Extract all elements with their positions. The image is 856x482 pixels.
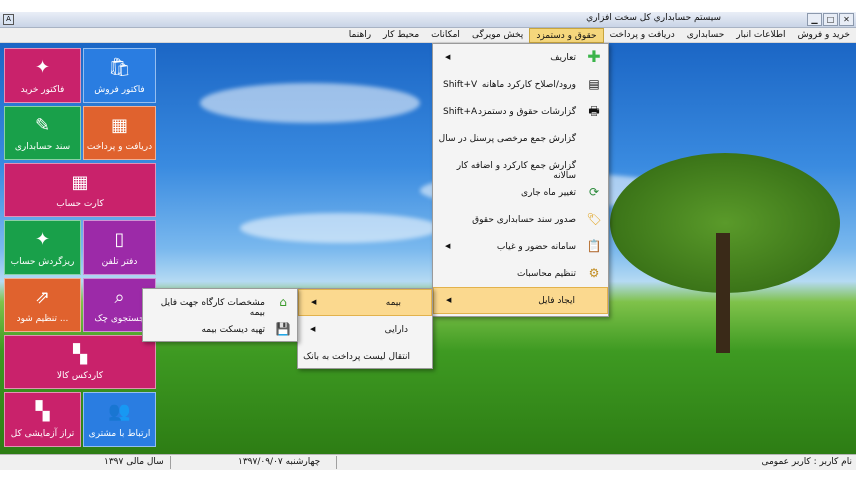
shopping-bag-icon: 🛍 — [108, 57, 131, 78]
menu-item-calc-settings[interactable]: ⚙ تنظیم محاسبات — [433, 260, 608, 287]
calculator-icon: ▦ — [110, 115, 129, 136]
menu-sales[interactable]: خرید و فروش — [792, 28, 856, 43]
clipboard-icon: 📋 — [586, 239, 602, 253]
chevron-left-icon: ◀ — [446, 296, 452, 304]
menu-item-attendance[interactable]: 📋 سامانه حضور و غیاب ◀ — [433, 233, 608, 260]
menu-workspace[interactable]: محیط کار — [377, 28, 425, 43]
tag-icon: 🏷 — [586, 212, 602, 226]
status-user: نام کاربر : کاربر عمومی — [761, 457, 852, 467]
tile-account-card[interactable]: ▦ کارت حساب — [4, 163, 156, 217]
chevron-left-icon: ◀ — [445, 242, 451, 250]
tile-receipts[interactable]: ▦ دریافت و پرداخت — [83, 106, 156, 160]
close-icon[interactable]: ✕ — [839, 13, 854, 26]
maximize-icon[interactable]: □ — [823, 13, 838, 26]
tiles-icon: ▚ — [35, 401, 50, 422]
menu-item-payroll-reports[interactable]: 🖶 گزارشات حقوق و دستمزد Shift+A — [433, 98, 608, 125]
menu-item-assets[interactable]: دارایی ◀ — [298, 316, 432, 343]
tile-item-kardex[interactable]: ▚ کاردکس کالا — [4, 335, 156, 389]
chevron-left-icon: ◀ — [310, 325, 316, 333]
form-icon: ▤ — [588, 77, 600, 91]
document-edit-icon: ✎ — [34, 115, 51, 136]
menu-help[interactable]: راهنما — [343, 28, 377, 43]
menu-item-insurance[interactable]: بیمه ◀ — [298, 289, 432, 316]
plus-icon: ✚ — [587, 47, 601, 66]
title-bar: A سيستم حسابداري کل سخت افزاري ▁ □ ✕ — [0, 12, 856, 28]
tile-purchase-invoice[interactable]: ✦ فاکتور خرید — [4, 48, 81, 103]
menu-payroll[interactable]: حقوق و دستمزد — [529, 28, 604, 43]
menu-item-insurance-disk[interactable]: 💾 تهیه دیسکت بیمه — [143, 316, 297, 343]
grid-table-icon: ▦ — [71, 172, 89, 193]
menu-distribution[interactable]: پخش مویرگی — [466, 28, 529, 43]
menu-bar: خرید و فروش اطلاعات انبار حسابداری دریاف… — [0, 28, 856, 43]
status-fiscal-year: سال مالی ۱۳۹۷ — [104, 457, 164, 467]
status-bar: نام کاربر : کاربر عمومی چهارشنبه ۱۳۹۷/۰۹… — [0, 454, 856, 470]
printer-icon: 🖶 — [588, 104, 600, 118]
tile-phonebook[interactable]: ▯ دفتر تلفن — [83, 220, 156, 275]
payroll-menu: ✚ تعاریف ◀ ▤ ورود/اصلاح کارکرد ماهانه Sh… — [432, 43, 609, 317]
menu-item-monthly-work[interactable]: ▤ ورود/اصلاح کارکرد ماهانه Shift+V — [433, 71, 608, 98]
menu-item-overtime-report[interactable]: گزارش جمع کارکرد و اضافه کار سالانه — [433, 152, 608, 181]
window-title: سيستم حسابداري کل سخت افزاري — [586, 13, 721, 23]
menu-item-workshop-info[interactable]: ⌂ مشخصات کارگاه جهت فایل بیمه — [143, 289, 297, 318]
phone-icon: ▯ — [114, 229, 125, 250]
menu-receipts[interactable]: دریافت و پرداخت — [604, 28, 681, 43]
menu-item-create-file[interactable]: ایجاد فایل ◀ — [433, 287, 608, 314]
status-date: چهارشنبه ۱۳۹۷/۰۹/۰۷ — [238, 457, 321, 467]
menu-item-leave-report[interactable]: گزارش جمع مرخصی پرسنل در سال — [433, 125, 608, 152]
external-link-icon: ⇗ — [34, 287, 51, 308]
tile-accounting-doc[interactable]: ✎ سند حسابداری — [4, 106, 81, 160]
floppy-disk-icon: 💾 — [275, 322, 291, 336]
menu-item-definitions[interactable]: ✚ تعاریف ◀ — [433, 44, 608, 71]
menu-item-accounting-voucher[interactable]: 🏷 صدور سند حسابداری حقوق — [433, 206, 608, 233]
tile-crm[interactable]: 👥 ارتباط با مشتری — [83, 392, 156, 447]
minimize-icon[interactable]: ▁ — [807, 13, 822, 26]
tile-trial-balance[interactable]: ▚ تراز آزمایشی کل — [4, 392, 81, 447]
menu-item-change-month[interactable]: ⟳ تغییر ماه جاری — [433, 179, 608, 206]
tile-configure[interactable]: ⇗ تنظیم شود ... — [4, 278, 81, 332]
refresh-icon: ⟳ — [588, 185, 600, 199]
chevron-left-icon: ◀ — [445, 53, 451, 61]
tile-sales-invoice[interactable]: 🛍 فاکتور فروش — [83, 48, 156, 103]
menu-inventory[interactable]: اطلاعات انبار — [730, 28, 791, 43]
create-file-submenu: بیمه ◀ دارایی ◀ انتقال لیست پرداخت به با… — [297, 288, 433, 369]
insurance-submenu: ⌂ مشخصات کارگاه جهت فایل بیمه 💾 تهیه دیس… — [142, 288, 298, 342]
search-document-icon: ⌕ — [114, 287, 125, 308]
puzzle-icon: ✦ — [34, 229, 51, 250]
tile-account-detail[interactable]: ✦ ریزگردش حساب — [4, 220, 81, 275]
window-controls: ▁ □ ✕ — [806, 13, 854, 26]
home-icon: ⌂ — [279, 295, 287, 309]
menu-accounting[interactable]: حسابداری — [681, 28, 730, 43]
menu-tools[interactable]: امکانات — [425, 28, 466, 43]
settings-doc-icon: ⚙ — [588, 266, 600, 280]
puzzle-icon: ✦ — [34, 57, 51, 78]
users-icon: 👥 — [108, 401, 131, 422]
app-icon[interactable]: A — [3, 14, 14, 25]
menu-item-bank-transfer[interactable]: انتقال لیست پرداخت به بانک — [298, 343, 432, 370]
tiles-icon: ▚ — [73, 344, 87, 365]
chevron-left-icon: ◀ — [311, 298, 317, 306]
